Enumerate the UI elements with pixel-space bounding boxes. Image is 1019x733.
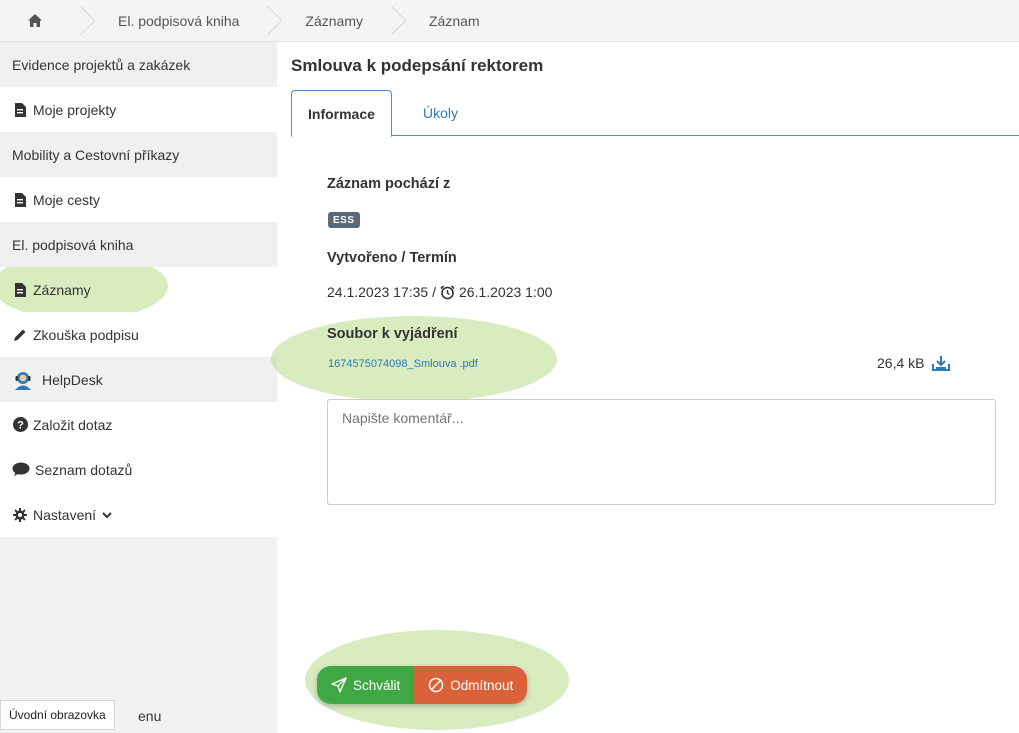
reject-label: Odmítnout [450, 677, 514, 693]
sidebar-item-label: Zkouška podpisu [33, 326, 139, 343]
main-content: Smlouva k podepsání rektorem Informace Ú… [271, 42, 1019, 733]
file-icon [12, 282, 28, 298]
comment-input[interactable] [327, 399, 996, 505]
file-size-value: 26,4 kB [877, 355, 925, 371]
tab-bar: Informace Úkoly [291, 90, 1019, 137]
action-buttons: Schválit Odmítnout [317, 666, 528, 704]
file-icon [12, 192, 28, 208]
breadcrumb-separator [70, 0, 92, 42]
sidebar-item-zkouska-podpisu[interactable]: Zkouška podpisu [0, 312, 277, 357]
reject-button[interactable]: Odmítnout [414, 666, 528, 704]
sidebar-item-label: Evidence projektů a zakázek [12, 56, 191, 73]
file-size: 26,4 kB [877, 355, 951, 371]
comment-icon [12, 462, 30, 478]
created-date: 24.1.2023 17:35 / [327, 284, 436, 300]
tooltip: Úvodní obrazovka [0, 700, 115, 730]
sidebar-item-label: Mobility a Cestovní příkazy [12, 146, 180, 163]
breadcrumb-item-zaznamy[interactable]: Záznamy [279, 0, 381, 42]
sidebar-item-label: El. podpisová kniha [12, 236, 134, 253]
file-link[interactable]: 1674575074098_Smlouva .pdf [328, 358, 478, 370]
file-icon [12, 102, 28, 118]
tab-ukoly[interactable]: Úkoly [407, 90, 474, 136]
sidebar-item-label: Záznamy [33, 281, 91, 298]
helpdesk-icon [12, 369, 34, 391]
tab-informace[interactable]: Informace [291, 90, 392, 137]
sidebar-item-label: Založit dotaz [33, 416, 113, 433]
alarm-clock-icon [440, 284, 455, 300]
created-value: 24.1.2023 17:35 / 26.1.2023 1:00 [327, 284, 552, 300]
deadline-date: 26.1.2023 1:00 [459, 284, 553, 300]
breadcrumb-separator [381, 0, 403, 42]
gear-icon [12, 507, 28, 523]
breadcrumb-separator [257, 0, 279, 42]
sidebar-bottom-text: enu [138, 708, 162, 724]
source-label: Záznam pochází z [327, 176, 451, 192]
sidebar-section-mobility[interactable]: Mobility a Cestovní příkazy [0, 132, 277, 177]
sidebar-item-label: HelpDesk [42, 371, 103, 388]
sidebar: Evidence projektů a zakázek Moje projekt… [0, 42, 277, 733]
svg-text:?: ? [17, 420, 24, 432]
sidebar-item-zalozit-dotaz[interactable]: ? Založit dotaz [0, 402, 277, 447]
sidebar-item-moje-cesty[interactable]: Moje cesty [0, 177, 277, 222]
home-icon [28, 14, 42, 27]
sidebar-section-helpdesk[interactable]: HelpDesk [0, 357, 277, 402]
sidebar-section-podpisova-kniha[interactable]: El. podpisová kniha [0, 222, 277, 267]
send-icon [331, 677, 347, 693]
sidebar-item-nastaveni[interactable]: Nastavení [0, 492, 277, 537]
download-icon[interactable] [932, 355, 951, 371]
breadcrumb-item-zaznam: Záznam [429, 12, 480, 29]
sidebar-item-seznam-dotazu[interactable]: Seznam dotazů [0, 447, 277, 492]
file-label: Soubor k vyjádření [327, 326, 458, 342]
home-button[interactable] [0, 0, 70, 42]
sidebar-item-label: Nastavení [33, 506, 97, 523]
source-badge: ESS [328, 212, 360, 228]
sidebar-section-evidence[interactable]: Evidence projektů a zakázek [0, 42, 277, 87]
pencil-icon [12, 327, 28, 343]
sidebar-item-zaznamy[interactable]: Záznamy [0, 267, 277, 312]
approve-button[interactable]: Schválit [317, 666, 415, 704]
breadcrumb-item-podpisova-kniha[interactable]: El. podpisová kniha [92, 0, 257, 42]
sidebar-item-label: Moje cesty [33, 191, 100, 208]
chevron-down-icon [102, 511, 112, 519]
ban-icon [429, 677, 444, 693]
sidebar-item-label: Moje projekty [33, 101, 117, 118]
approve-label: Schválit [353, 677, 401, 693]
breadcrumb: El. podpisová kniha Záznamy Záznam [0, 0, 1019, 42]
sidebar-item-moje-projekty[interactable]: Moje projekty [0, 87, 277, 132]
question-icon: ? [12, 417, 28, 433]
page-title: Smlouva k podepsání rektorem [291, 56, 544, 75]
created-label: Vytvořeno / Termín [327, 250, 457, 266]
sidebar-item-label: Seznam dotazů [35, 461, 133, 478]
